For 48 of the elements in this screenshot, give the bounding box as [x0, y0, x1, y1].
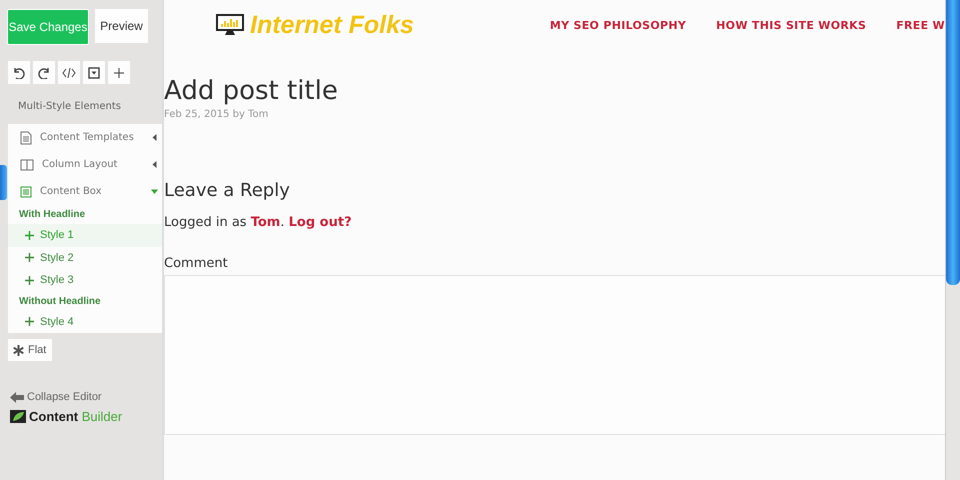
logout-link[interactable]: Log out?: [288, 215, 352, 230]
undo-button[interactable]: [8, 61, 30, 84]
document-icon: [20, 130, 32, 144]
post-meta: Feb 25, 2015 by Tom: [164, 109, 270, 120]
plus-icon: [25, 253, 34, 262]
preview-button[interactable]: Preview: [95, 9, 148, 43]
nav-link[interactable]: MY SEO PHILOSOPHY: [550, 18, 686, 32]
dropdown-button[interactable]: [83, 61, 105, 84]
dropdown-icon: [88, 66, 100, 78]
reply-heading: Leave a Reply: [164, 180, 291, 201]
group-heading: Without Headline: [18, 294, 102, 308]
nav-link[interactable]: FREE W: [896, 18, 945, 32]
monitor-icon: [216, 14, 244, 36]
collapse-editor-button[interactable]: Collapse Editor: [10, 391, 102, 403]
plus-icon: [114, 68, 124, 78]
post-title: Add post title: [164, 76, 339, 106]
style-item[interactable]: Style 2: [8, 246, 162, 269]
scroll-handle[interactable]: [0, 165, 7, 200]
asterisk-icon: [13, 344, 24, 356]
plus-icon: [25, 230, 34, 240]
group-heading: With Headline: [18, 208, 86, 222]
save-button[interactable]: Save Changes: [7, 9, 89, 45]
flat-button[interactable]: Flat: [8, 339, 52, 361]
code-button[interactable]: [58, 61, 80, 84]
plus-icon: [25, 317, 34, 326]
arrow-left-icon: [10, 392, 24, 402]
code-icon: [62, 68, 76, 78]
nav-link[interactable]: HOW THIS SITE WORKS: [716, 18, 866, 32]
category-item[interactable]: Content Box: [8, 178, 162, 205]
style-item[interactable]: Style 1: [8, 224, 162, 246]
comment-field[interactable]: [164, 275, 947, 435]
panel-title: Multi-Style Elements: [8, 88, 162, 124]
box-icon: [20, 186, 32, 198]
login-status: Logged in as Tom. Log out?: [164, 215, 353, 230]
plus-icon: [25, 276, 34, 285]
undo-icon: [12, 66, 26, 78]
category-item[interactable]: Column Layout: [8, 151, 162, 178]
category-item[interactable]: Content Templates: [8, 124, 162, 151]
style-item[interactable]: Style 3: [8, 269, 162, 292]
style-item[interactable]: Style 4: [8, 310, 162, 333]
scrollbar-thumb[interactable]: [946, 0, 960, 285]
comment-label: Comment: [164, 256, 229, 271]
redo-icon: [37, 66, 51, 78]
brand-logo: Content Builder: [10, 409, 162, 424]
columns-icon: [20, 158, 34, 170]
redo-button[interactable]: [33, 61, 55, 84]
add-button[interactable]: [108, 61, 130, 84]
user-link[interactable]: Tom: [250, 215, 280, 230]
